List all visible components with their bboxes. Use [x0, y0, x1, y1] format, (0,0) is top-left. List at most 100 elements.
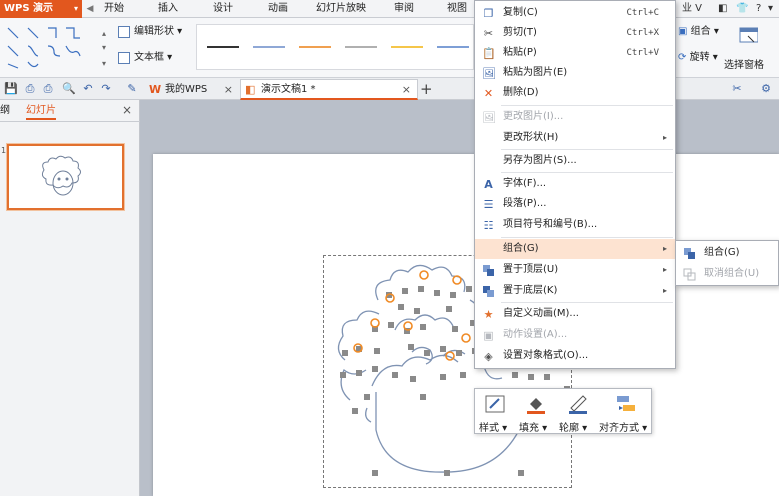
line-style-gallery[interactable] [196, 24, 474, 70]
line-style-blue-2[interactable] [437, 46, 469, 48]
menu-item-label: 段落(P)... [503, 198, 547, 209]
close-icon[interactable]: × [402, 80, 411, 100]
shirt-icon[interactable]: 👕 [736, 0, 748, 18]
tab-slideshow[interactable]: 幻灯片放映 [316, 0, 366, 18]
tab-view[interactable]: 视图 [447, 0, 467, 18]
style-label: 样式 [479, 423, 499, 434]
help-icon[interactable]: ? [756, 0, 761, 18]
redo-icon[interactable]: ↷ [100, 83, 112, 95]
menu-item-label: 更改形状(H) [503, 132, 559, 143]
save-icon[interactable]: 💾 [4, 83, 18, 95]
menu-item-send-to-back[interactable]: 置于底层(K) ▸ [475, 281, 675, 301]
menu-separator [501, 302, 673, 303]
tab-my-wps-label: 我的WPS [165, 84, 208, 95]
menu-item-font[interactable]: A 字体(F)... [475, 174, 675, 194]
edit-shape-button[interactable]: 编辑形状 ▾ [116, 23, 182, 41]
svg-text:▴: ▴ [102, 29, 106, 38]
rotate-button[interactable]: ⟳ 旋转 ▾ [678, 51, 718, 65]
tab-outline[interactable]: 纲 [0, 104, 10, 118]
menu-item-change-shape[interactable]: 更改形状(H) ▸ [475, 128, 675, 148]
send-to-back-icon [482, 285, 495, 298]
tab-design[interactable]: 设计 [213, 0, 233, 18]
chevron-down-icon: ▾ [73, 4, 78, 13]
align-button[interactable]: 对齐方式 ▾ [599, 389, 653, 434]
menu-item-bullets[interactable]: ☷ 项目符号和编号(B)... [475, 215, 675, 235]
action-settings-icon: ▣ [483, 329, 494, 342]
fill-label: 填充 [519, 423, 539, 434]
line-style-yellow[interactable] [391, 46, 423, 48]
menu-separator [501, 149, 673, 150]
menu-item-group[interactable]: 组合(G) ▸ [475, 239, 675, 259]
svg-text:▾: ▾ [102, 43, 106, 52]
line-style-orange[interactable] [299, 46, 331, 48]
menu-item-label: 项目符号和编号(B)... [503, 219, 598, 230]
selection-pane-label: 选择窗格 [724, 60, 764, 71]
menu-item-save-as-picture[interactable]: 另存为图片(S)... [475, 151, 675, 171]
outline-label: 轮廓 [559, 423, 579, 434]
slide-thumbnail[interactable] [7, 144, 124, 210]
menu-item-label: 置于底层(K) [503, 285, 558, 296]
chevron-down-icon[interactable]: ▾ [768, 0, 773, 18]
menu-item-action-settings: ▣ 动作设置(A)... [475, 325, 675, 345]
line-style-gray[interactable] [345, 46, 377, 48]
menu-item-copy[interactable]: ❐ 复制(C) Ctrl+C [475, 3, 675, 23]
menu-separator [501, 172, 673, 173]
rotate-icon: ⟳ [678, 52, 687, 63]
menu-separator [501, 237, 673, 238]
menu-item-label: 组合(G) [503, 243, 539, 254]
collapse-left-icon[interactable]: ◀ [84, 2, 96, 16]
menu-item-paste-as-picture[interactable]: 🖼 粘贴为图片(E) [475, 63, 675, 83]
submenu-item-label: 取消组合(U) [704, 268, 760, 279]
tab-animation[interactable]: 动画 [268, 0, 288, 18]
menu-item-custom-animation[interactable]: ★ 自定义动画(M)... [475, 304, 675, 324]
menu-item-paragraph[interactable]: ☰ 段落(P)... [475, 194, 675, 214]
shortcut-label: Ctrl+C [626, 8, 659, 18]
edit-shape-icon [118, 26, 130, 38]
menu-item-delete[interactable]: ✕ 删除(D) [475, 83, 675, 103]
tab-slides[interactable]: 幻灯片 [26, 104, 56, 120]
fill-bucket-icon [527, 398, 545, 414]
submenu-item-group[interactable]: 组合(G) [676, 243, 778, 263]
selection-pane-button[interactable]: 选择窗格 [724, 22, 776, 74]
wps-logo-icon: W [149, 83, 162, 96]
menu-item-bring-to-front[interactable]: 置于顶层(U) ▸ [475, 260, 675, 280]
account-label[interactable]: 业 V [682, 0, 702, 18]
customize-icon[interactable]: ✎ [126, 83, 138, 95]
tab-insert[interactable]: 插入 [158, 0, 178, 18]
menu-item-paste[interactable]: 📋 粘贴(P) Ctrl+V [475, 43, 675, 63]
submenu-arrow-icon: ▸ [662, 133, 667, 142]
new-tab-button[interactable]: + [420, 80, 433, 98]
group-button[interactable]: ▣ 组合 ▾ [678, 25, 719, 39]
menu-item-cut[interactable]: ✂ 剪切(T) Ctrl+X [475, 23, 675, 43]
cut-icon: ✂ [483, 27, 494, 40]
submenu-arrow-icon: ▸ [662, 286, 667, 295]
outline-button[interactable]: 轮廓 ▾ [557, 389, 599, 434]
group-icon [683, 247, 696, 260]
tab-review[interactable]: 审阅 [394, 0, 414, 18]
menu-item-label: 置于顶层(U) [503, 264, 559, 275]
tab-home[interactable]: 开始 [104, 0, 124, 18]
line-style-blue[interactable] [253, 46, 285, 48]
close-icon[interactable]: × [224, 80, 233, 100]
tab-my-wps[interactable]: W 我的WPS × [144, 79, 240, 100]
app-menu-button[interactable]: WPS 演示 ▾ [0, 0, 82, 18]
undo-icon[interactable]: ↶ [82, 83, 94, 95]
text-box-button[interactable]: 文本框 ▾ [116, 49, 172, 67]
tab-presentation-1[interactable]: ◧ 演示文稿1 * × [240, 79, 418, 100]
line-style-black[interactable] [207, 46, 239, 48]
settings-icon[interactable]: ⚙ [760, 83, 772, 95]
menu-item-format-object[interactable]: ◈ 设置对象格式(O)... [475, 346, 675, 366]
shape-gallery[interactable]: ▴ ▾ ▾ [6, 24, 110, 72]
group-submenu: 组合(G) 取消组合(U) [675, 240, 779, 286]
pin-icon[interactable]: ✂ [731, 83, 743, 95]
menu-item-label: 自定义动画(M)... [503, 308, 579, 319]
fill-button[interactable]: 填充 ▾ [515, 389, 557, 434]
print-icon[interactable]: ⎙ [42, 83, 54, 95]
style-button[interactable]: 样式 ▾ [475, 389, 515, 434]
close-icon[interactable]: × [122, 103, 132, 117]
skin-icon[interactable]: ◧ [718, 0, 727, 18]
export-pdf-icon[interactable]: ⎙ [24, 83, 36, 95]
bullets-icon: ☷ [483, 219, 494, 232]
menu-separator [501, 105, 673, 106]
print-preview-icon[interactable]: 🔍 [62, 83, 76, 95]
